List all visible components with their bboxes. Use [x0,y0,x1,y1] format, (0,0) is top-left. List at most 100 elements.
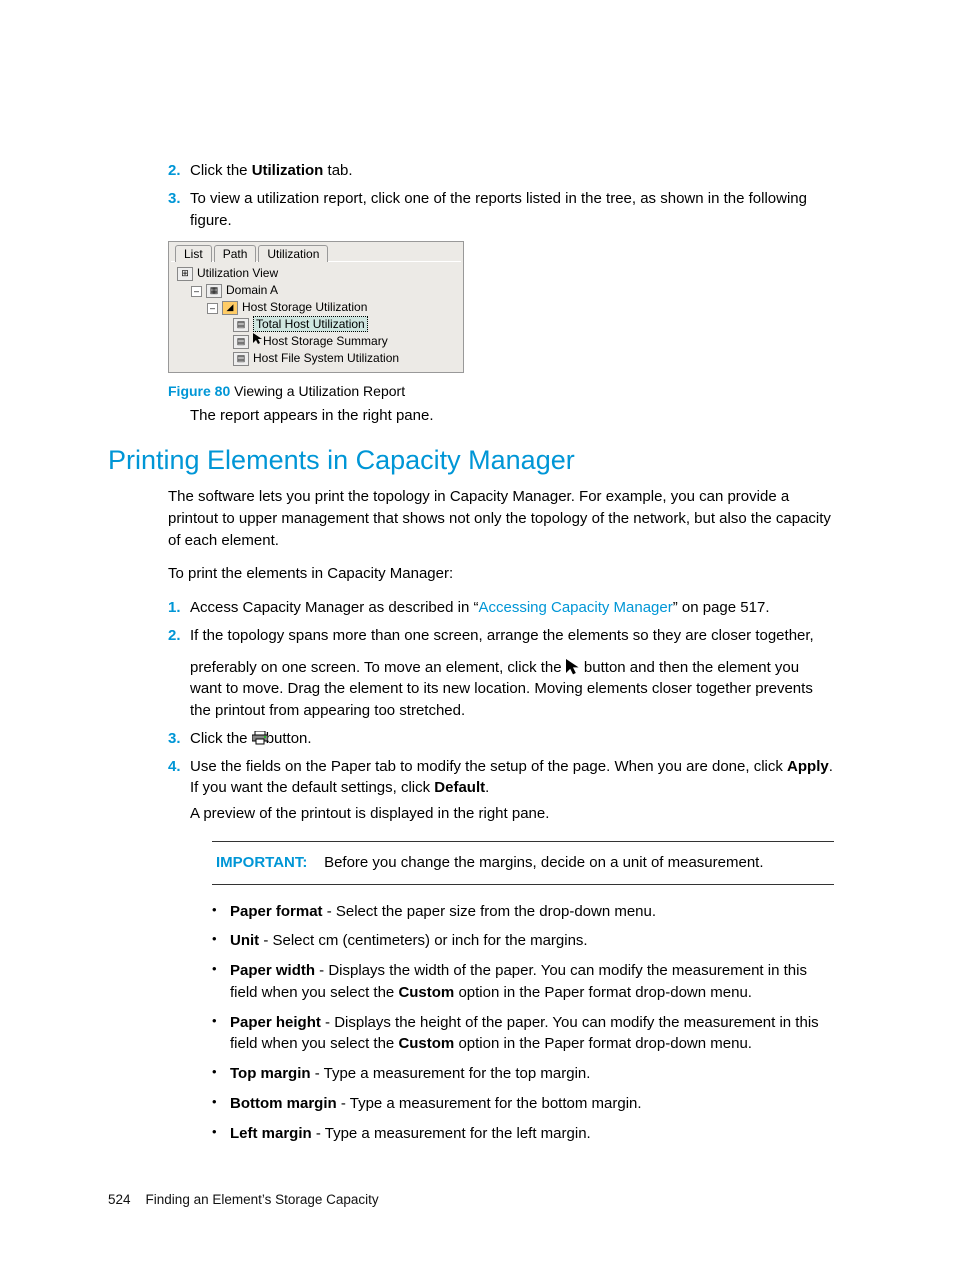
tree-label-selected: Total Host Utilization [253,316,368,332]
tree-label: Domain A [226,283,278,297]
bullet-text: - Type a measurement for the left margin… [312,1125,591,1142]
text: Use the fields on the Paper tab to modif… [190,758,787,775]
bullet-top-margin: • Top margin - Type a measurement for th… [212,1063,834,1085]
ordered-list-top: 2. Click the Utilization tab. 3. To view… [168,160,834,231]
text: Click the [190,730,252,747]
bullet-dot: • [212,960,230,1004]
collapse-icon[interactable]: – [191,286,202,297]
bullet-dot: • [212,901,230,923]
intro-lead: To print the elements in Capacity Manage… [168,563,834,585]
tab-utilization[interactable]: Utilization [258,245,328,262]
tree-label: Host Storage Utilization [242,300,367,314]
step-number: 3. [168,728,190,750]
bullet-dot: • [212,1123,230,1145]
bullet-text: - Select cm (centimeters) or inch for th… [259,932,587,949]
bullet-text: option in the Paper format drop-down men… [454,984,752,1001]
bullet-term: Paper height [230,1014,321,1031]
bullet-term: Paper format [230,903,323,920]
tree-item-total-host[interactable]: ▤ Total Host Utilization [171,316,461,333]
tab-path[interactable]: Path [214,245,257,262]
bold-text: Default [434,779,485,796]
tab-row: List Path Utilization [169,242,463,261]
tree-icon: ⊞ [177,267,193,281]
ordered-list-print: 1. Access Capacity Manager as described … [168,597,834,1152]
figure-80: List Path Utilization ⊞Utilization View … [168,241,834,373]
tree-label: Host Storage Summary [263,334,388,348]
step-body: If the topology spans more than one scre… [190,625,834,722]
step-b3: 3. Click the button. [168,728,834,750]
cursor-icon [253,333,263,345]
bullet-term: Paper width [230,962,315,979]
bullet-paper-width: • Paper width - Displays the width of th… [212,960,834,1004]
bullet-unit: • Unit - Select cm (centimeters) or inch… [212,930,834,952]
result-text: The report appears in the right pane. [190,405,834,427]
report-icon: ▤ [233,335,249,349]
tree-label: Host File System Utilization [253,351,399,365]
tree-view: ⊞Utilization View –▦Domain A –◢Host Stor… [169,262,463,370]
intro-paragraph: The software lets you print the topology… [168,486,834,551]
bold-text: Apply [787,758,829,775]
figure-caption-text: Viewing a Utilization Report [234,383,405,399]
tree-root[interactable]: ⊞ Utilization View [171,265,461,282]
footer-title: Finding an Element’s Storage Capacity [146,1192,379,1207]
section-heading: Printing Elements in Capacity Manager [108,445,834,476]
tab-list[interactable]: List [175,245,212,262]
step-number: 2. [168,625,190,722]
step-number: 3. [168,188,190,232]
important-note: IMPORTANT: Before you change the margins… [212,841,834,885]
page-footer: 524 Finding an Element’s Storage Capacit… [108,1192,834,1207]
report-icon: ▤ [233,318,249,332]
step-body: To view a utilization report, click one … [190,188,834,232]
step-body: Use the fields on the Paper tab to modif… [190,756,834,1153]
page-number: 524 [108,1192,131,1207]
step-3: 3. To view a utilization report, click o… [168,188,834,232]
bullet-term: Left margin [230,1125,312,1142]
figure-label: Figure 80 [168,383,230,399]
step-number: 2. [168,160,190,182]
tree-group[interactable]: –◢ Host Storage Utilization [171,299,461,316]
text: A preview of the printout is displayed i… [190,803,834,825]
bullet-list: • Paper format - Select the paper size f… [212,901,834,1145]
link-accessing-capacity-manager[interactable]: Accessing Capacity Manager [478,599,672,616]
bullet-left-margin: • Left margin - Type a measurement for t… [212,1123,834,1145]
text: tab. [323,162,352,179]
text: button. [266,730,312,747]
bold-text: Custom [398,1035,454,1052]
tree-label: Utilization View [197,266,278,280]
step-b2: 2. If the topology spans more than one s… [168,625,834,722]
bullet-text: - Select the paper size from the drop-do… [323,903,657,920]
step-number: 4. [168,756,190,1153]
bullet-dot: • [212,1012,230,1056]
pointer-icon [566,659,580,673]
collapse-icon[interactable]: – [207,303,218,314]
figure-caption: Figure 80 Viewing a Utilization Report [168,383,834,399]
text: Access Capacity Manager as described in … [190,599,478,616]
text: preferably on one screen. To move an ele… [190,659,566,676]
bullet-term: Top margin [230,1065,311,1082]
bullet-term: Unit [230,932,259,949]
bullet-bottom-margin: • Bottom margin - Type a measurement for… [212,1093,834,1115]
tree-icon: ▦ [206,284,222,298]
text: . [485,779,489,796]
text: Click the [190,162,252,179]
step-2: 2. Click the Utilization tab. [168,160,834,182]
important-label: IMPORTANT: [216,854,307,871]
bullet-text: - Type a measurement for the top margin. [311,1065,591,1082]
text: ” on page 517. [673,599,770,616]
chart-icon: ◢ [222,301,238,315]
print-icon [252,730,266,744]
tree-item-storage-summary[interactable]: ▤ Host Storage Summary [171,333,461,350]
bullet-dot: • [212,1093,230,1115]
tree-item-file-system[interactable]: ▤Host File System Utilization [171,350,461,367]
bullet-paper-format: • Paper format - Select the paper size f… [212,901,834,923]
bullet-term: Bottom margin [230,1095,337,1112]
step-body: Click the button. [190,728,834,750]
bullet-paper-height: • Paper height - Displays the height of … [212,1012,834,1056]
bold-text: Utilization [252,162,324,179]
text: If the topology spans more than one scre… [190,625,834,647]
step-b4: 4. Use the fields on the Paper tab to mo… [168,756,834,1153]
tree-domain[interactable]: –▦ Domain A [171,282,461,299]
bold-text: Custom [398,984,454,1001]
screenshot-utilization-tree: List Path Utilization ⊞Utilization View … [168,241,464,373]
bullet-text: - Type a measurement for the bottom marg… [337,1095,642,1112]
